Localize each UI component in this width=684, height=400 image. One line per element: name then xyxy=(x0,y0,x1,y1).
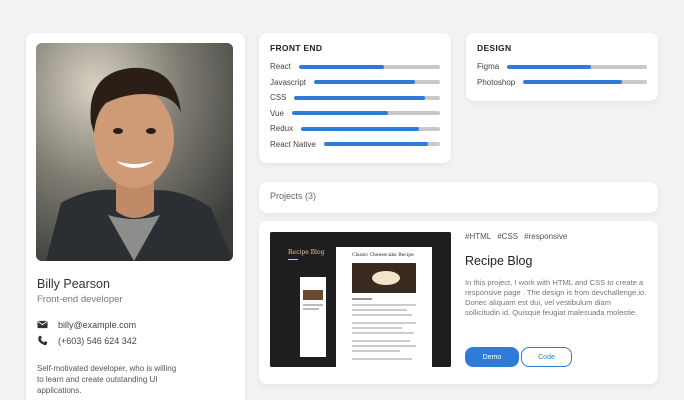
skill-bar xyxy=(301,126,440,131)
skill-bar-fill xyxy=(323,142,429,147)
profile-role: Front-end developer xyxy=(37,294,123,305)
skill-bar-fill xyxy=(507,64,592,69)
email-text[interactable]: billy@example.com xyxy=(58,320,136,330)
thumb-heading: Classic Cheesecake Recipe xyxy=(352,252,414,258)
skill-label: Redux xyxy=(270,124,294,134)
project-thumbnail: Recipe Blog Classic Cheesecake Recipe xyxy=(270,232,451,367)
skill-bar-fill xyxy=(298,64,384,69)
thumb-brand: Recipe Blog xyxy=(288,249,325,256)
skill-label: Javascript xyxy=(270,77,307,87)
skill-bar xyxy=(523,80,647,85)
project-tag: #HTML xyxy=(465,232,492,241)
design-skills-card: DESIGN Figma Photoshop xyxy=(466,33,658,101)
mail-icon xyxy=(37,320,48,329)
project-tag: #responsive xyxy=(524,232,568,241)
design-skill-list: Figma Photoshop xyxy=(477,59,647,90)
skill-label: Figma xyxy=(477,62,500,72)
project-tag: #CSS xyxy=(497,232,519,241)
skill-label: React Native xyxy=(270,139,316,149)
skill-label: CSS xyxy=(270,93,287,103)
skill-row: Vue xyxy=(270,106,440,122)
profile-card: Billy Pearson Front-end developer billy@… xyxy=(26,33,245,400)
skill-bar xyxy=(323,142,440,147)
code-button[interactable]: Code xyxy=(521,347,572,367)
projects-count: Projects (3) xyxy=(270,191,317,201)
phone-icon xyxy=(38,335,48,346)
project-card: Recipe Blog Classic Cheesecake Recipe #H… xyxy=(259,221,658,384)
skill-row: React Native xyxy=(270,137,440,153)
project-description: In this project, I work with HTML and CS… xyxy=(465,278,647,317)
frontend-skills-card: FRONT END React Javascript CSS Vue Redux Reac… xyxy=(259,33,451,163)
project-tags: #HTML #CSS #responsive xyxy=(465,232,567,241)
skill-label: Photoshop xyxy=(477,77,516,87)
phone-row[interactable]: (+603) 546 624 342 xyxy=(37,335,137,346)
profile-bio: Self-motivated developer, who is willing… xyxy=(37,364,177,395)
skill-row: Redux xyxy=(270,121,440,137)
skill-bar-fill xyxy=(314,80,415,85)
skill-bar xyxy=(298,64,440,69)
skill-label: React xyxy=(270,62,291,72)
email-row[interactable]: billy@example.com xyxy=(37,319,136,330)
skill-bar-fill xyxy=(523,80,623,85)
projects-header: Projects (3) xyxy=(259,182,658,213)
phone-text[interactable]: (+603) 546 624 342 xyxy=(58,336,137,346)
frontend-skill-list: React Javascript CSS Vue Redux React Native xyxy=(270,59,440,152)
skill-bar-fill xyxy=(291,111,389,116)
skill-label: Vue xyxy=(270,108,284,118)
profile-photo xyxy=(36,43,233,261)
skill-row: React xyxy=(270,59,440,75)
skill-bar xyxy=(314,80,440,85)
skill-bar xyxy=(294,95,440,100)
skill-bar xyxy=(507,64,647,69)
project-title: Recipe Blog xyxy=(465,254,533,268)
skill-row: CSS xyxy=(270,90,440,106)
design-title: DESIGN xyxy=(477,43,512,53)
skill-row: Figma xyxy=(477,59,647,75)
skill-bar-fill xyxy=(301,126,420,131)
frontend-title: FRONT END xyxy=(270,43,323,53)
skill-bar-fill xyxy=(294,95,426,100)
profile-name: Billy Pearson xyxy=(37,277,110,291)
demo-button[interactable]: Demo xyxy=(465,347,519,367)
skill-bar xyxy=(291,111,440,116)
skill-row: Photoshop xyxy=(477,75,647,91)
skill-row: Javascript xyxy=(270,75,440,91)
